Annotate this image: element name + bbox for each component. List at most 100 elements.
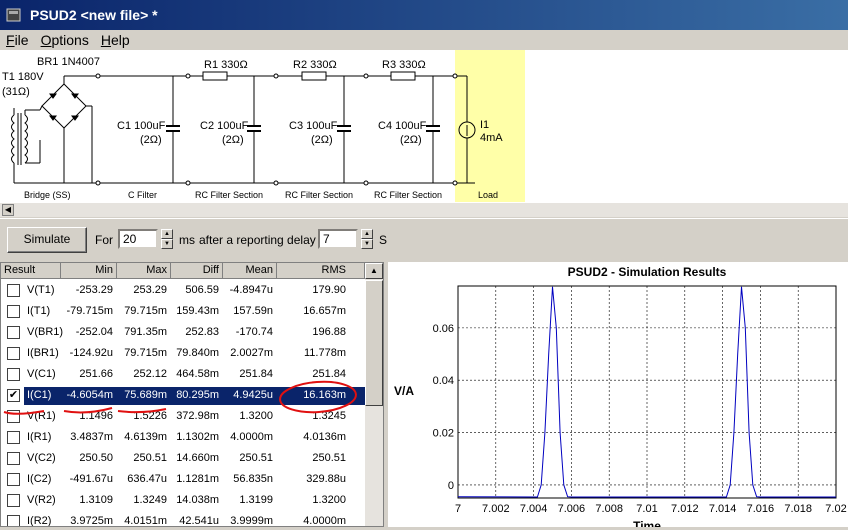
cell-mean: 4.0000m bbox=[230, 431, 273, 443]
cell-diff: 14.660m bbox=[176, 452, 219, 464]
cell-rms: 196.88 bbox=[312, 326, 346, 338]
table-row[interactable]: V(R2) 1.3109 1.3249 14.038m 1.3199 1.3200 bbox=[1, 491, 365, 512]
scroll-thumb[interactable] bbox=[365, 280, 383, 406]
menu-bar: File Options Help bbox=[0, 30, 848, 50]
s-label: S bbox=[379, 233, 388, 247]
cell-rms: 4.0000m bbox=[303, 515, 346, 527]
row-checkbox[interactable] bbox=[7, 326, 20, 339]
row-checkbox[interactable] bbox=[7, 494, 20, 507]
header-result[interactable]: Result bbox=[1, 263, 61, 279]
resistor-r2-symbol[interactable] bbox=[301, 71, 327, 81]
horizontal-scrollbar[interactable]: ◀ bbox=[0, 202, 848, 217]
scroll-left-icon[interactable]: ◀ bbox=[2, 204, 14, 216]
row-checkbox[interactable]: ✔ bbox=[7, 389, 20, 402]
cell-mean: -4.8947u bbox=[229, 284, 273, 296]
cell-name: V(C2) bbox=[27, 452, 56, 464]
simulate-button[interactable]: Simulate bbox=[7, 227, 87, 253]
row-checkbox[interactable] bbox=[7, 347, 20, 360]
cell-min: -491.67u bbox=[69, 473, 113, 485]
cell-rms: 179.90 bbox=[312, 284, 346, 296]
cell-diff: 1.1302m bbox=[176, 431, 219, 443]
header-max[interactable]: Max bbox=[117, 263, 171, 279]
cell-name: I(T1) bbox=[27, 305, 51, 317]
duration-spin-down[interactable]: ▼ bbox=[161, 239, 173, 249]
row-checkbox[interactable] bbox=[7, 368, 20, 381]
x-tick-label: 7.012 bbox=[671, 503, 699, 515]
table-row[interactable]: V(BR1) -252.04 791.35m 252.83 -170.74 196.88 bbox=[1, 323, 365, 344]
row-checkbox[interactable] bbox=[7, 473, 20, 486]
cell-name: I(R2) bbox=[27, 515, 52, 527]
cell-diff: 80.295m bbox=[176, 389, 219, 401]
row-checkbox[interactable] bbox=[7, 305, 20, 318]
cell-mean: 1.3199 bbox=[239, 494, 273, 506]
menu-file[interactable]: File bbox=[0, 32, 35, 48]
x-tick-label: 7.006 bbox=[558, 503, 586, 515]
row-checkbox[interactable] bbox=[7, 410, 20, 423]
section-load: Load bbox=[478, 190, 498, 200]
capacitor-c2-symbol[interactable] bbox=[247, 76, 261, 183]
duration-input[interactable]: 20 bbox=[118, 229, 158, 249]
transformer-symbol[interactable] bbox=[11, 108, 41, 183]
cell-rms: 251.84 bbox=[312, 368, 346, 380]
cell-max: 791.35m bbox=[124, 326, 167, 338]
c4-resistance: (2Ω) bbox=[400, 134, 422, 146]
cell-rms: 1.3245 bbox=[312, 410, 346, 422]
schematic-diagram: T1 180V (31Ω) BR1 1N4007 C1 100uF (2Ω) C… bbox=[2, 50, 525, 202]
section-rc-filter-3: RC Filter Section bbox=[374, 190, 442, 200]
delay-spin-down[interactable]: ▼ bbox=[361, 239, 373, 249]
table-row[interactable]: V(C2) 250.50 250.51 14.660m 250.51 250.51 bbox=[1, 449, 365, 470]
cell-diff: 79.840m bbox=[176, 347, 219, 359]
c2-resistance: (2Ω) bbox=[222, 134, 244, 146]
cell-min: 1.3109 bbox=[79, 494, 113, 506]
for-label: For bbox=[95, 233, 113, 247]
menu-help[interactable]: Help bbox=[95, 32, 136, 48]
table-row[interactable]: I(T1) -79.715m 79.715m 159.43m 157.59n 16.657… bbox=[1, 302, 365, 323]
table-row[interactable]: V(R1) 1.1496 1.5226 372.98m 1.3200 1.3245 bbox=[1, 407, 365, 428]
resistor-r3-symbol[interactable] bbox=[390, 71, 416, 81]
row-checkbox[interactable] bbox=[7, 452, 20, 465]
cell-name: V(R1) bbox=[27, 410, 56, 422]
cell-name: V(C1) bbox=[27, 368, 56, 380]
c1-label: C1 100uF bbox=[117, 120, 166, 132]
x-tick-label: 7.008 bbox=[595, 503, 623, 515]
c3-resistance: (2Ω) bbox=[311, 134, 333, 146]
table-row[interactable]: I(R1) 3.4837m 4.6139m 1.1302m 4.0000m 4.0136m bbox=[1, 428, 365, 449]
table-row[interactable]: ✔ I(C1) -4.6054m 75.689m 80.295m 4.9425u 16.16… bbox=[1, 386, 365, 407]
header-mean[interactable]: Mean bbox=[223, 263, 277, 279]
table-row[interactable]: V(T1) -253.29 253.29 506.59 -4.8947u 179.90 bbox=[1, 281, 365, 302]
row-checkbox[interactable] bbox=[7, 515, 20, 526]
table-row[interactable]: I(R2) 3.9725m 4.0151m 42.541u 3.9999m 4.0000m bbox=[1, 512, 365, 527]
duration-spin-up[interactable]: ▲ bbox=[161, 229, 173, 239]
header-min[interactable]: Min bbox=[61, 263, 117, 279]
header-diff[interactable]: Diff bbox=[171, 263, 223, 279]
table-row[interactable]: I(C2) -491.67u 636.47u 1.1281m 56.835n 329.88… bbox=[1, 470, 365, 491]
table-row[interactable]: V(C1) 251.66 252.12 464.58m 251.84 251.84 bbox=[1, 365, 365, 386]
results-scrollbar[interactable]: ▲ bbox=[365, 263, 383, 526]
row-checkbox[interactable] bbox=[7, 284, 20, 297]
capacitor-c3-symbol[interactable] bbox=[337, 76, 351, 183]
cell-name: I(BR1) bbox=[27, 347, 59, 359]
bridge-rectifier-symbol[interactable] bbox=[39, 76, 93, 183]
section-rc-filter-2: RC Filter Section bbox=[285, 190, 353, 200]
resistor-r1-symbol[interactable] bbox=[202, 71, 228, 81]
cell-max: 4.6139m bbox=[124, 431, 167, 443]
cell-name: I(C1) bbox=[27, 389, 52, 401]
capacitor-c4-symbol[interactable] bbox=[426, 76, 440, 183]
cell-mean: 3.9999m bbox=[230, 515, 273, 527]
delay-input[interactable]: 7 bbox=[318, 229, 358, 249]
table-row[interactable]: I(BR1) -124.92u 79.715m 79.840m 2.0027m 11.77… bbox=[1, 344, 365, 365]
row-checkbox[interactable] bbox=[7, 431, 20, 444]
scroll-up-icon[interactable]: ▲ bbox=[365, 263, 383, 279]
cell-max: 250.51 bbox=[133, 452, 167, 464]
menu-options[interactable]: Options bbox=[35, 32, 95, 48]
capacitor-c1-symbol[interactable] bbox=[166, 76, 180, 183]
r3-label: R3 330Ω bbox=[382, 59, 426, 71]
i1-value: 4mA bbox=[480, 132, 503, 144]
delay-spin-up[interactable]: ▲ bbox=[361, 229, 373, 239]
window-title: PSUD2 <new file> * bbox=[30, 7, 158, 23]
header-rms[interactable]: RMS bbox=[277, 263, 365, 279]
cell-min: 1.1496 bbox=[79, 410, 113, 422]
cell-max: 79.715m bbox=[124, 305, 167, 317]
schematic-panel: T1 180V (31Ω) BR1 1N4007 C1 100uF (2Ω) C… bbox=[0, 50, 848, 202]
cell-mean: -170.74 bbox=[235, 326, 273, 338]
